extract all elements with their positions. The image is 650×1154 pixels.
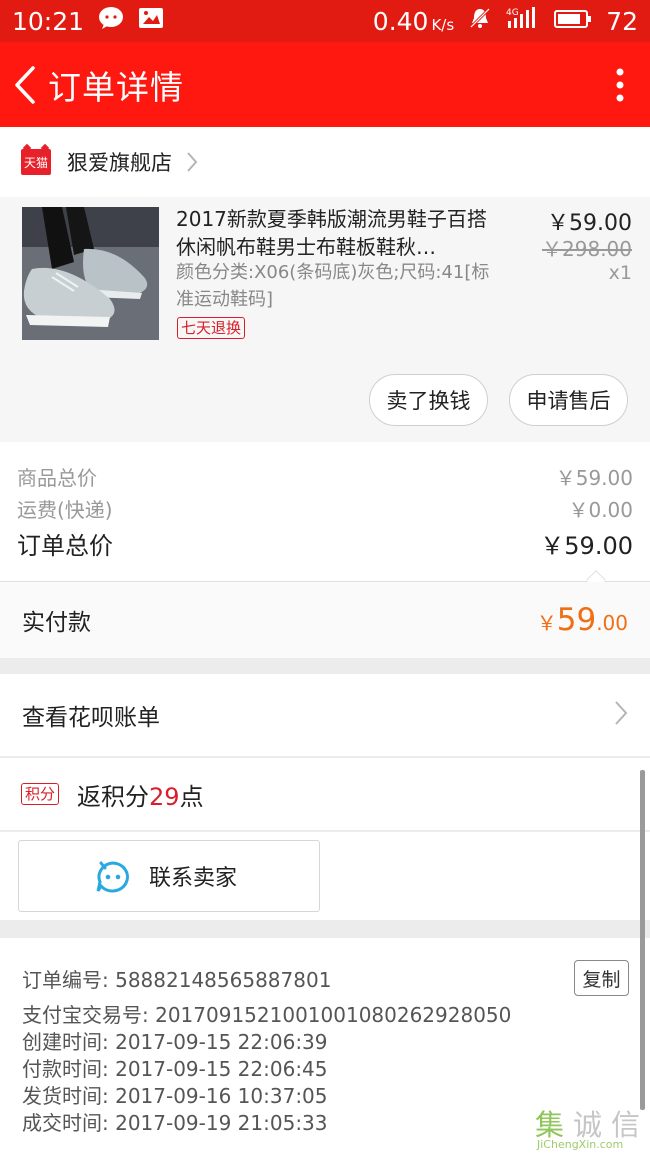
product-original-price: ￥298.00 [542, 237, 632, 261]
signal-4g-icon: 4G [506, 6, 540, 36]
battery-level: 72 [606, 6, 638, 36]
order-total-value: ￥59.00 [540, 532, 633, 560]
app-bar: 订单详情 [0, 42, 650, 127]
seven-day-return-badge: 七天退换 [177, 317, 246, 339]
order-total-row: 订单总价 ￥59.00 [17, 526, 633, 561]
product-quantity: x1 [608, 262, 632, 284]
contact-section: 联系卖家 [0, 832, 650, 920]
order-item[interactable]: 2017新款夏季韩版潮流男鞋子百搭休闲帆布鞋男士布鞋板鞋秋… 颜色分类:X06(… [0, 197, 650, 442]
actual-payment-row: 实付款 ￥ 59.00 [0, 582, 650, 658]
chevron-left-icon [15, 65, 35, 104]
points-badge: 积分 [21, 783, 60, 805]
order-total-label: 订单总价 [17, 532, 113, 560]
price-summary: 商品总价 ￥59.00 运费(快递) ￥0.00 订单总价 ￥59.00 [0, 442, 650, 590]
shop-name: 狠爱旗舰店 [67, 151, 172, 175]
shipping-label: 运费(快递) [17, 498, 113, 522]
page-title: 订单详情 [48, 67, 184, 107]
goods-total-row: 商品总价 ￥59.00 [17, 462, 633, 491]
contact-seller-label: 联系卖家 [149, 866, 238, 891]
scrollbar[interactable] [640, 770, 645, 1110]
mute-bell-icon [468, 6, 492, 36]
tmall-badge-icon: 天猫 [21, 149, 51, 175]
shipped-time: 发货时间: 2017-09-16 10:37:05 [22, 1084, 328, 1108]
wangwang-chat-icon [95, 860, 131, 898]
back-button[interactable] [2, 42, 48, 127]
points-value: 29 [149, 782, 180, 811]
shipping-row: 运费(快递) ￥0.00 [17, 494, 633, 523]
huabei-bill-row[interactable]: 查看花呗账单 [0, 674, 650, 756]
image-notification-icon [138, 6, 164, 36]
goods-total-value: ￥59.00 [555, 466, 633, 490]
more-vertical-icon [616, 68, 624, 101]
watermark-logo: 集 诚 信 JiChengXin.com [535, 1108, 641, 1151]
order-number: 订单编号: 5888214856588780​1 [22, 968, 332, 992]
actual-payment-label: 实付款 [22, 610, 91, 636]
copy-button[interactable]: 复制 [574, 960, 629, 996]
svg-text:4G: 4G [506, 8, 519, 18]
created-time: 创建时间: 2017-09-15 22:06:39 [22, 1030, 328, 1054]
chat-bubble-icon [98, 6, 124, 36]
shipping-value: ￥0.00 [568, 498, 633, 522]
alipay-trade-number: 支付宝交易号: 2017091521001001080262928050 [22, 1003, 512, 1027]
product-sku: 颜色分类:X06(条码底)灰色;尺码:41[标准运动鞋码] [176, 262, 490, 310]
network-speed: 0.40 K/s [372, 6, 455, 36]
actual-payment-amount: ￥ 59.00 [536, 602, 628, 638]
points-text: 返积分29点 [77, 782, 204, 811]
status-bar: 10:21 0.40 K/s 4G 72 [0, 0, 650, 42]
completed-time: 成交时间: 2017-09-19 21:05:33 [22, 1111, 328, 1135]
product-image[interactable] [22, 207, 159, 340]
after-sale-button[interactable]: 申请售后 [509, 374, 628, 426]
product-title[interactable]: 2017新款夏季韩版潮流男鞋子百搭休闲帆布鞋男士布鞋板鞋秋… [176, 205, 491, 261]
contact-seller-button[interactable]: 联系卖家 [18, 840, 320, 912]
status-time: 10:21 [12, 6, 85, 36]
shop-row[interactable]: 天猫 狠爱旗舰店 [0, 127, 650, 197]
goods-total-label: 商品总价 [17, 466, 97, 490]
chevron-right-icon [186, 151, 198, 173]
points-row: 积分 返积分29点 [0, 757, 650, 831]
chevron-right-icon [614, 700, 628, 730]
paid-time: 付款时间: 2017-09-15 22:06:45 [22, 1057, 328, 1081]
sell-exchange-button[interactable]: 卖了换钱 [369, 374, 488, 426]
battery-icon [554, 7, 592, 36]
more-options-button[interactable] [590, 42, 650, 127]
huabei-bill-label: 查看花呗账单 [22, 705, 160, 731]
